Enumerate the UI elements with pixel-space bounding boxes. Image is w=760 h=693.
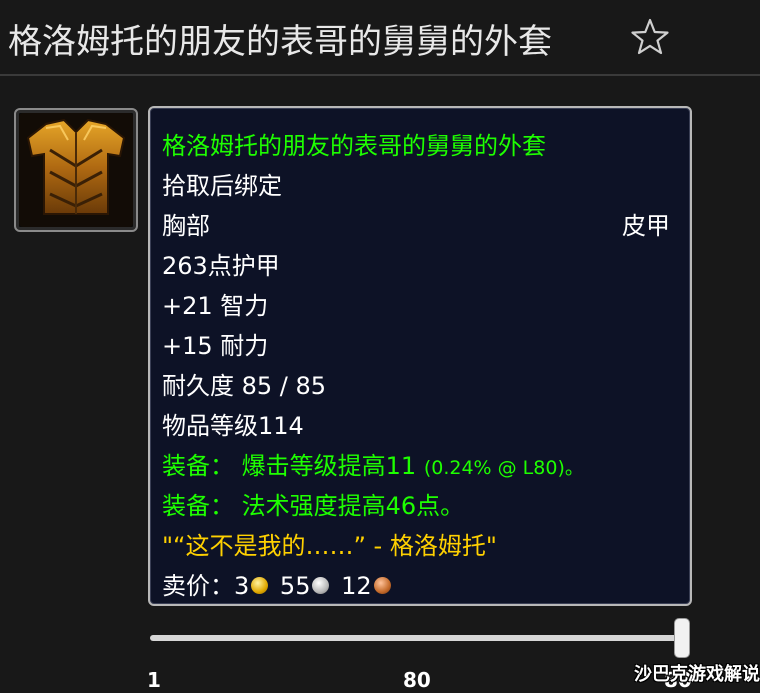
equip-effect-crit: 装备： 爆击等级提高11 (0.24% @ L80)。 [162, 446, 584, 481]
copper-coin-icon [373, 576, 391, 594]
copper-amount: 12 [341, 572, 372, 600]
item-name: 格洛姆托的朋友的表哥的舅舅的外套 [162, 132, 546, 160]
slider-min-label: 1 [147, 668, 161, 692]
sell-price: 卖价：3 55 12 [162, 566, 395, 601]
watermark: 沙巴克游戏解说 [634, 664, 760, 685]
bind-type: 拾取后绑定 [162, 172, 282, 200]
gold-coin-icon [251, 576, 269, 594]
armor-type: 皮甲 [622, 212, 670, 240]
item-tooltip: 格洛姆托的朋友的表哥的舅舅的外套 拾取后绑定 胸部 皮甲 263点护甲 +21 … [148, 106, 692, 606]
armor-value: 263点护甲 [162, 252, 280, 280]
equip-text: 法术强度提高46点。 [241, 492, 465, 520]
level-slider-thumb[interactable] [674, 618, 690, 658]
slider-mid-label: 80 [403, 668, 431, 692]
durability: 耐久度 85 / 85 [162, 372, 327, 400]
sell-label: 卖价： [162, 572, 234, 600]
level-slider-track[interactable] [150, 635, 682, 641]
equip-text: 爆击等级提高11 [241, 452, 417, 480]
item-slot: 胸部 [162, 212, 210, 240]
flavor-text: "“这不是我的……” - 格洛姆托" [162, 532, 497, 560]
equip-note: (0.24% @ L80)。 [423, 457, 584, 479]
stat-stamina: +15 耐力 [162, 332, 269, 360]
equip-label: 装备： [162, 452, 234, 480]
silver-amount: 55 [279, 572, 311, 600]
item-level: 物品等级114 [162, 412, 304, 440]
equip-label: 装备： [162, 492, 234, 520]
page-header: 格洛姆托的朋友的表哥的舅舅的外套 [0, 0, 760, 76]
item-icon[interactable] [14, 108, 138, 232]
gold-amount: 3 [234, 572, 250, 600]
chest-armor-icon [19, 113, 133, 227]
page-title: 格洛姆托的朋友的表哥的舅舅的外套 [8, 22, 552, 62]
equip-effect-spellpower: 装备： 法术强度提高46点。 [162, 486, 464, 521]
star-icon[interactable] [630, 17, 670, 57]
stat-intellect: +21 智力 [162, 292, 269, 320]
item-page: 格洛姆托的朋友的表哥的舅舅的外套 格洛姆托的朋友的表哥的舅舅的外套 拾取后绑定 … [0, 0, 760, 693]
silver-coin-icon [312, 576, 330, 594]
